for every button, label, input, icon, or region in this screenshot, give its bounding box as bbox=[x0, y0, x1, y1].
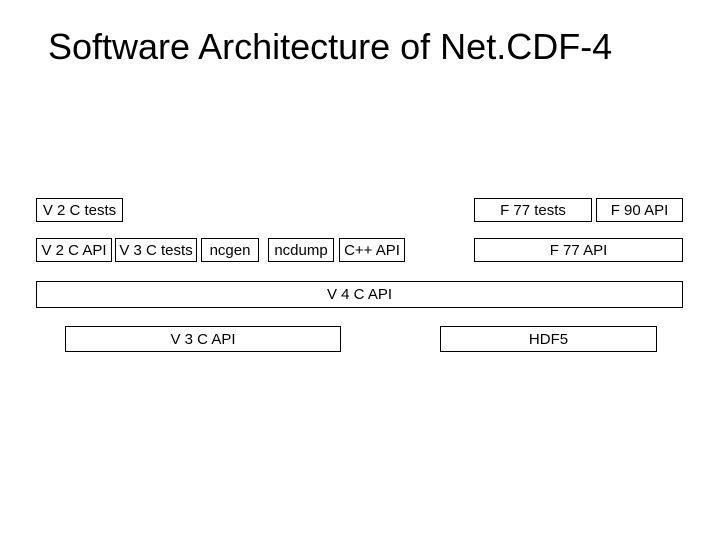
box-f77-tests: F 77 tests bbox=[474, 198, 592, 222]
box-f77-api: F 77 API bbox=[474, 238, 683, 262]
box-v3-c-api: V 3 C API bbox=[65, 326, 341, 352]
box-hdf5: HDF5 bbox=[440, 326, 657, 352]
box-f90-api: F 90 API bbox=[596, 198, 683, 222]
box-v2-c-api: V 2 C API bbox=[36, 238, 112, 262]
box-cpp-api: C++ API bbox=[339, 238, 405, 262]
slide: Software Architecture of Net.CDF-4 V 2 C… bbox=[0, 0, 720, 540]
slide-title: Software Architecture of Net.CDF-4 bbox=[48, 26, 612, 68]
box-ncgen: ncgen bbox=[201, 238, 259, 262]
box-v3-c-tests: V 3 C tests bbox=[115, 238, 197, 262]
box-ncdump: ncdump bbox=[268, 238, 334, 262]
box-v4-c-api: V 4 C API bbox=[36, 281, 683, 308]
box-v2-c-tests: V 2 C tests bbox=[36, 198, 123, 222]
